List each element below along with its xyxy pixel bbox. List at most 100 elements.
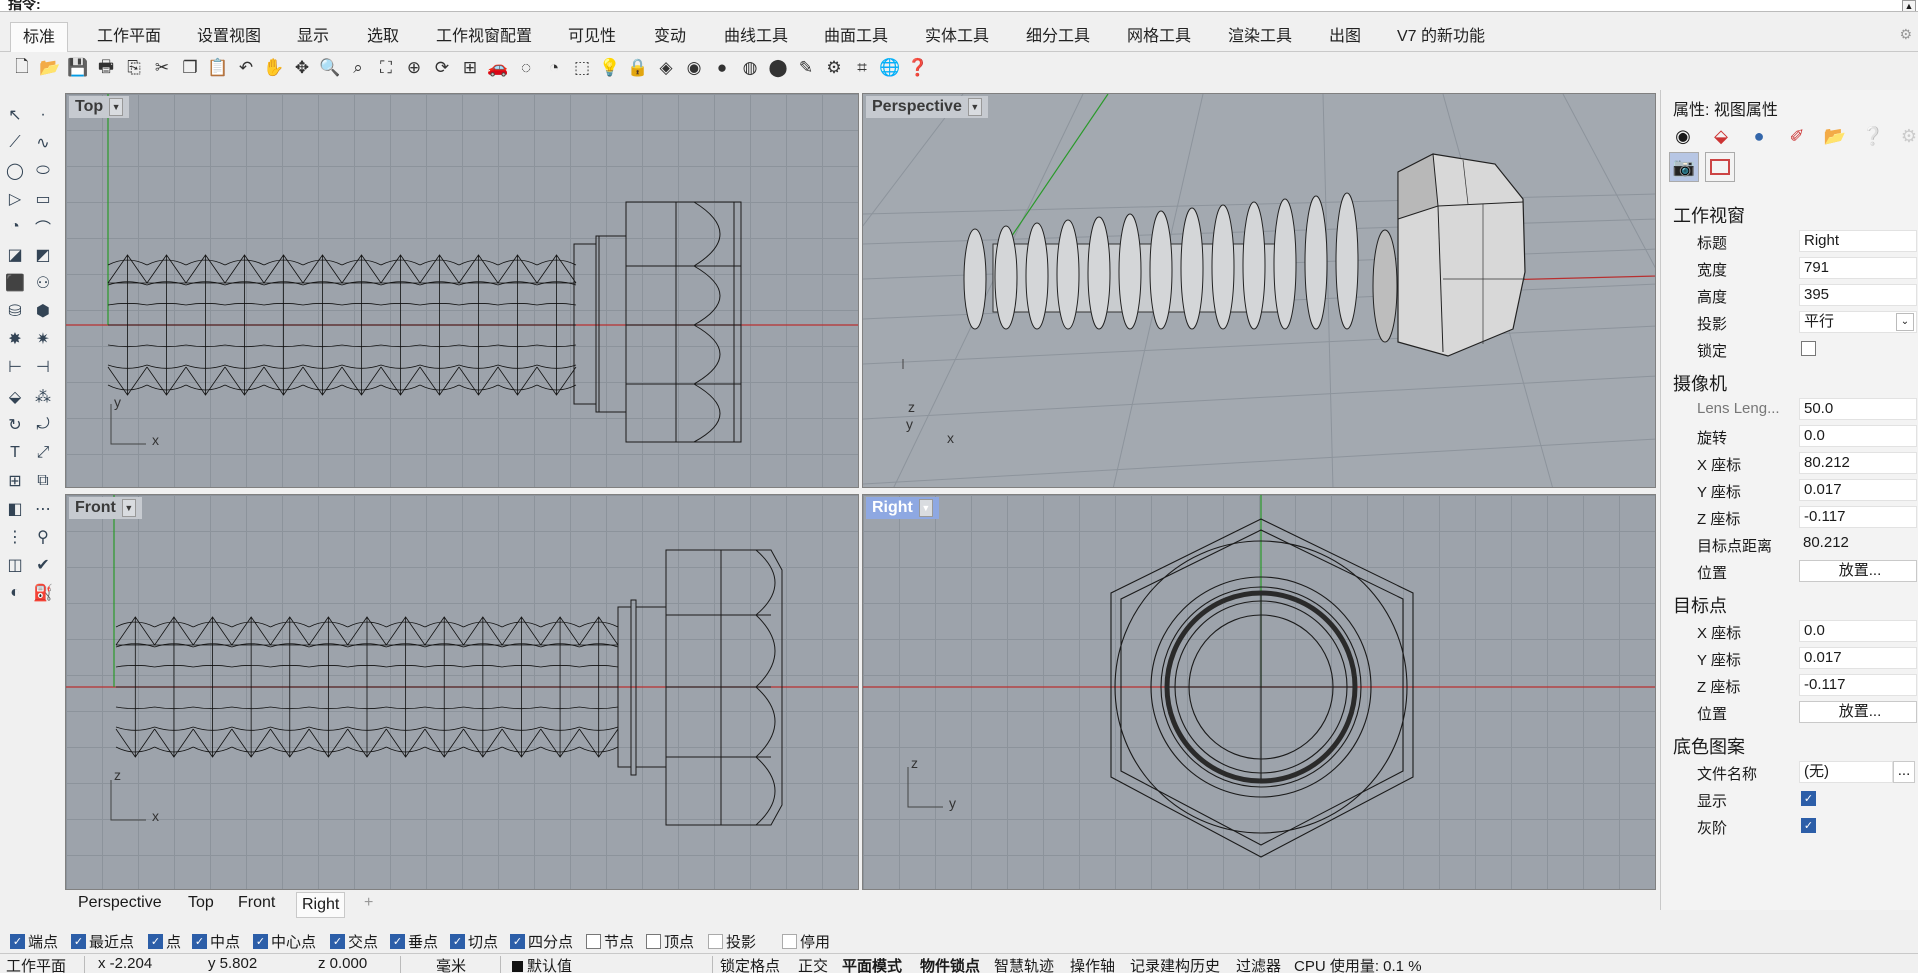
viewport-front[interactable]: Front ▼ z x: [65, 494, 859, 890]
chevron-down-icon[interactable]: ⌄: [1896, 313, 1914, 331]
open-folder-icon[interactable]: 📂: [38, 56, 62, 80]
viewport-tab-front[interactable]: Front: [238, 894, 275, 912]
tab-mesh-tools[interactable]: 网格工具: [1127, 22, 1191, 52]
chevron-down-icon[interactable]: ▼: [918, 499, 933, 517]
tab-surface-tools[interactable]: 曲面工具: [824, 22, 888, 52]
status-cplane[interactable]: 工作平面: [6, 955, 66, 973]
checkbox-checked-icon[interactable]: ✓: [192, 934, 207, 949]
viewport-tab-perspective[interactable]: Perspective: [78, 894, 162, 912]
circle-icon[interactable]: ◯: [2, 158, 28, 184]
tab-drafting[interactable]: 出图: [1329, 22, 1361, 52]
fill-icon[interactable]: ⬙: [2, 384, 28, 410]
move-icon[interactable]: ✥: [290, 56, 314, 80]
target-z-field[interactable]: -0.117: [1799, 674, 1917, 696]
title-field[interactable]: Right: [1799, 230, 1917, 252]
curve-icon[interactable]: ∿: [30, 130, 56, 156]
rotation-field[interactable]: 0.0: [1799, 425, 1917, 447]
shade-sphere-icon[interactable]: ●: [710, 56, 734, 80]
settings-icon[interactable]: ⚙: [1895, 122, 1918, 150]
light-bulb-icon[interactable]: 💡: [598, 56, 622, 80]
camera-icon[interactable]: 📷: [1669, 152, 1699, 182]
status-smarttrack[interactable]: 智慧轨迹: [994, 955, 1054, 973]
four-viewports-icon[interactable]: ⊞: [458, 56, 482, 80]
material-icon[interactable]: ⬙: [1707, 122, 1735, 150]
zoom-selected-icon[interactable]: ⊕: [402, 56, 426, 80]
camera-z-field[interactable]: -0.117: [1799, 506, 1917, 528]
checkbox-checked-icon[interactable]: ✓: [148, 934, 163, 949]
place-target-button[interactable]: 放置...: [1799, 701, 1917, 723]
print-icon[interactable]: 🖶: [94, 56, 118, 80]
checkbox-checked-icon[interactable]: ✓: [510, 934, 525, 949]
tab-render-tools[interactable]: 渲染工具: [1228, 22, 1292, 52]
check-icon[interactable]: ✔: [30, 552, 56, 578]
osnap-end[interactable]: ✓ 端点: [10, 931, 58, 952]
texture-icon[interactable]: ✐: [1783, 122, 1811, 150]
osnap-perp[interactable]: ✓ 垂点: [390, 931, 438, 952]
checkbox-checked-icon[interactable]: ✓: [253, 934, 268, 949]
status-planar[interactable]: 平面模式: [842, 955, 902, 973]
light-icon[interactable]: ✸: [2, 326, 28, 352]
tab-transform[interactable]: 变动: [654, 22, 686, 52]
scale-icon[interactable]: ⤢: [30, 440, 56, 466]
osnap-knot[interactable]: 节点: [586, 931, 634, 952]
status-grid-snap[interactable]: 锁定格点: [720, 955, 780, 973]
zoom-in-icon[interactable]: 🔍: [318, 56, 342, 80]
pan-hand-icon[interactable]: ✋: [262, 56, 286, 80]
projection-select[interactable]: 平行 ⌄: [1799, 311, 1917, 333]
polygon-icon[interactable]: ▷: [2, 186, 28, 212]
filename-field[interactable]: (无): [1799, 761, 1893, 783]
osnap-project[interactable]: 投影: [708, 931, 756, 952]
mirror-icon[interactable]: ⧉: [30, 468, 56, 494]
checkbox-unchecked-icon[interactable]: [646, 934, 661, 949]
tab-visibility[interactable]: 可见性: [568, 22, 616, 52]
checkbox-checked-icon[interactable]: ✓: [10, 934, 25, 949]
folder-icon[interactable]: 📂: [1821, 122, 1849, 150]
checkbox-unchecked-icon[interactable]: [586, 934, 601, 949]
tab-new-in-v7[interactable]: V7 的新功能: [1397, 22, 1485, 52]
color-wheel-icon[interactable]: ◉: [1669, 122, 1697, 150]
osnap-point[interactable]: ✓ 点: [148, 931, 181, 952]
help-icon[interactable]: ❓: [906, 56, 930, 80]
arc-icon[interactable]: ◔: [2, 214, 28, 240]
chevron-down-icon[interactable]: ▼: [967, 98, 982, 116]
target-x-field[interactable]: 0.0: [1799, 620, 1917, 642]
add-viewport-tab-button[interactable]: +: [364, 894, 373, 912]
camera-y-field[interactable]: 0.017: [1799, 479, 1917, 501]
place-camera-button[interactable]: 放置...: [1799, 560, 1917, 582]
osnap-center[interactable]: ✓ 中心点: [253, 931, 316, 952]
cylinder-icon[interactable]: ⛁: [2, 298, 28, 324]
rotate-view-icon[interactable]: ⟳: [430, 56, 454, 80]
help-icon[interactable]: ❔: [1859, 122, 1887, 150]
undo-icon[interactable]: ↶: [234, 56, 258, 80]
status-ortho[interactable]: 正交: [798, 955, 828, 973]
new-file-icon[interactable]: 🗋: [10, 56, 34, 80]
viewport-label-perspective[interactable]: Perspective ▼: [866, 96, 988, 118]
browse-button[interactable]: ...: [1893, 761, 1915, 783]
dimension-icon[interactable]: ⊢: [2, 354, 28, 380]
grid-snap-icon[interactable]: ⌗: [850, 56, 874, 80]
box-icon[interactable]: ⬛: [2, 270, 28, 296]
height-field[interactable]: 395: [1799, 284, 1917, 306]
status-osnap[interactable]: 物件锁点: [920, 955, 980, 973]
offset-icon[interactable]: ⤾: [30, 412, 56, 438]
camera-x-field[interactable]: 80.212: [1799, 452, 1917, 474]
viewport-top[interactable]: Top ▼ y x: [65, 93, 859, 488]
copy-icon[interactable]: ❐: [178, 56, 202, 80]
grayscale-checkbox[interactable]: ✓: [1801, 818, 1816, 833]
show-icon[interactable]: ◔: [542, 56, 566, 80]
environment-icon[interactable]: ●: [1745, 122, 1773, 150]
explode-icon[interactable]: ✷: [30, 326, 56, 352]
width-field[interactable]: 791: [1799, 257, 1917, 279]
target-y-field[interactable]: 0.017: [1799, 647, 1917, 669]
viewport-tab-right[interactable]: Right: [296, 892, 346, 918]
group-icon[interactable]: ⁂: [30, 384, 56, 410]
zoom-extents-icon[interactable]: ⛶: [374, 56, 398, 80]
grid-array-icon[interactable]: ⋮: [2, 524, 28, 550]
osnap-near[interactable]: ✓ 最近点: [71, 931, 134, 952]
status-history[interactable]: 记录建构历史: [1130, 955, 1220, 973]
tab-display[interactable]: 显示: [297, 22, 329, 52]
options-gear-icon[interactable]: ⚙: [822, 56, 846, 80]
viewport-label-top[interactable]: Top ▼: [69, 96, 130, 118]
tab-subd-tools[interactable]: 细分工具: [1026, 22, 1090, 52]
import-icon[interactable]: ⎘: [122, 56, 146, 80]
